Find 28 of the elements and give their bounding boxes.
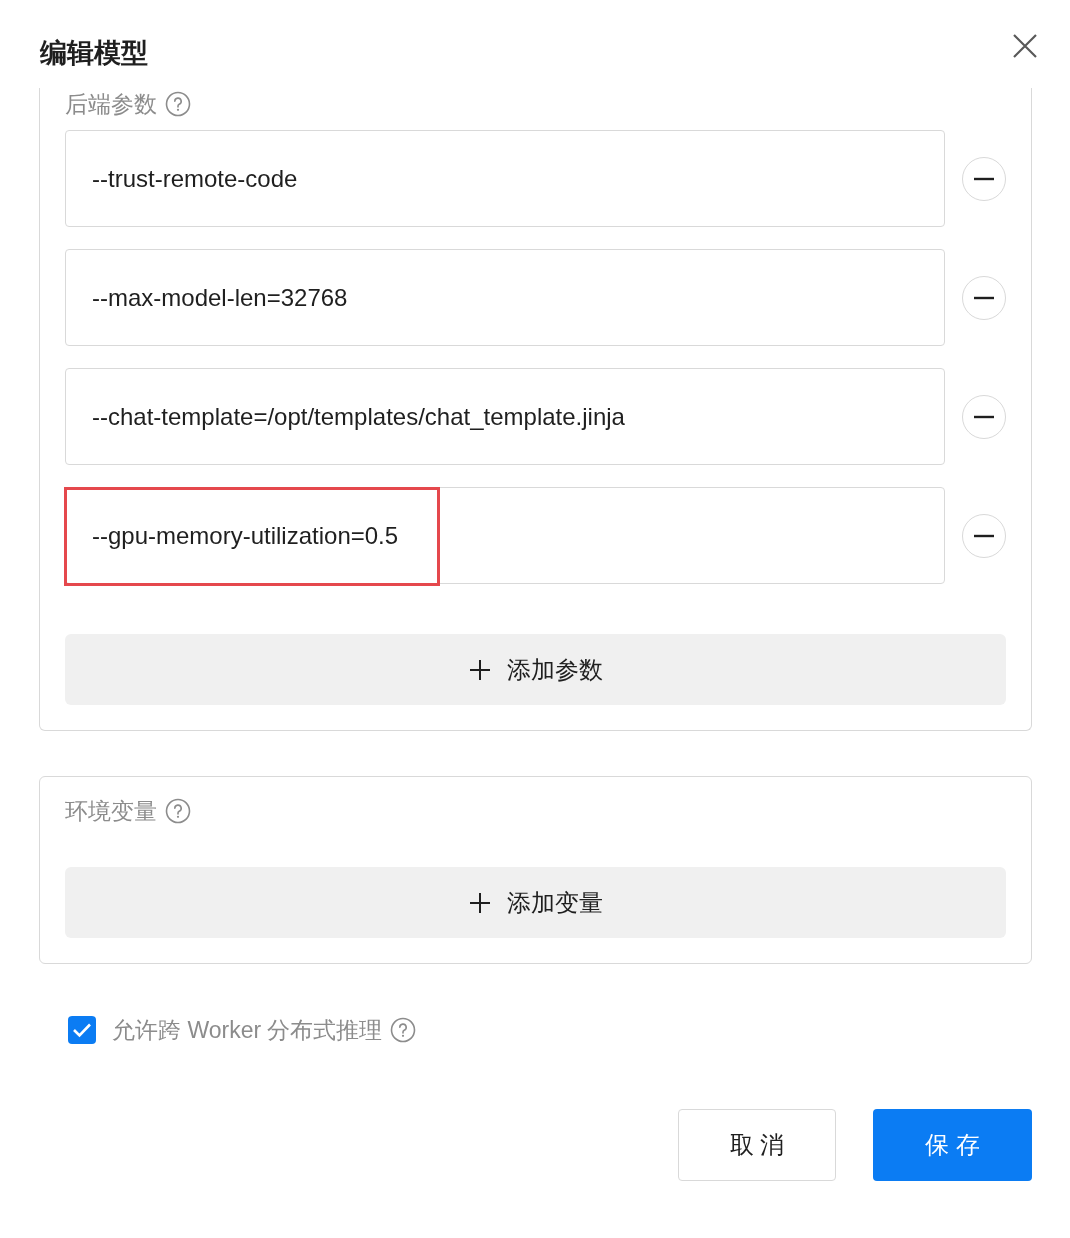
- input-field[interactable]: --gpu-memory-utilization=0.5: [65, 487, 945, 584]
- minus-icon: [973, 176, 995, 181]
- minus-icon: [973, 533, 995, 538]
- minus-icon: [973, 295, 995, 300]
- add-button[interactable]: 添加变量: [65, 867, 1006, 938]
- close-icon[interactable]: [1012, 33, 1038, 59]
- input-field[interactable]: --trust-remote-code: [65, 130, 945, 227]
- remove-button[interactable]: [962, 156, 1006, 201]
- input-field[interactable]: --chat-template=/opt/templates/chat_template.jinja: [65, 368, 945, 465]
- minus-icon: [973, 414, 995, 419]
- help-icon: [165, 798, 191, 824]
- help-icon: [165, 91, 191, 117]
- add-button[interactable]: 添加参数: [65, 634, 1006, 705]
- input-field[interactable]: --max-model-len=32768: [65, 249, 945, 346]
- dialog-title: 编辑模型: [40, 37, 148, 70]
- save-button[interactable]: 保 存: [873, 1109, 1032, 1181]
- checkbox[interactable]: [68, 1016, 96, 1044]
- section-label: 后端参数: [65, 90, 157, 119]
- plus-icon: [468, 658, 491, 681]
- help-icon: [390, 1017, 417, 1043]
- remove-button[interactable]: [962, 275, 1006, 320]
- plus-icon: [468, 891, 491, 914]
- remove-button[interactable]: [962, 394, 1006, 439]
- section-label: 环境变量: [65, 797, 157, 826]
- checkmark-icon: [72, 1022, 92, 1038]
- checkbox-label: 允许跨 Worker 分布式推理: [112, 1015, 383, 1045]
- cancel-button[interactable]: 取 消: [678, 1109, 836, 1181]
- remove-button[interactable]: [962, 513, 1006, 558]
